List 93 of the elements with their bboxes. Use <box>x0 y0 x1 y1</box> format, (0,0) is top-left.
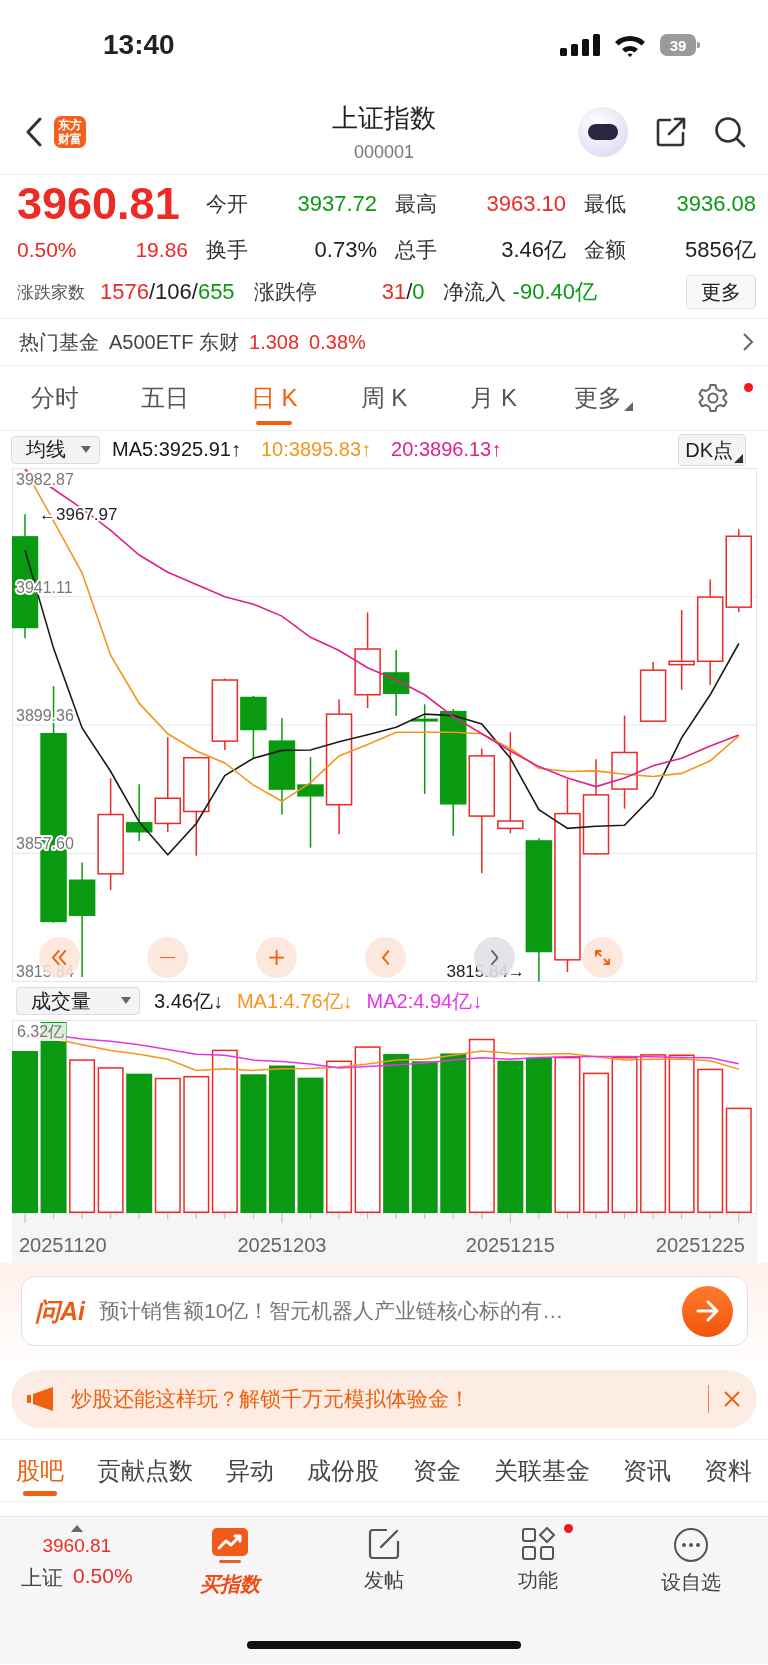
section-tab[interactable]: 资金 <box>412 1440 461 1502</box>
section-tab[interactable]: 资讯 <box>622 1440 671 1502</box>
post-button[interactable]: 发帖 <box>307 1517 461 1664</box>
axis-label: 6.32亿 <box>15 1023 67 1041</box>
chevron-right-icon[interactable] <box>742 332 754 352</box>
share-icon[interactable] <box>656 117 686 147</box>
more-icon <box>673 1527 710 1563</box>
ai-prompt-bar[interactable]: 问Ai 预计销售额10亿！智元机器人产业链核心标的有… <box>21 1276 748 1346</box>
back-icon[interactable] <box>24 117 44 147</box>
double-chevron-left-icon <box>52 949 67 966</box>
stat-value: 3.46亿 <box>501 236 566 264</box>
more-button[interactable]: 更多 <box>686 275 756 309</box>
ma-value: 10:3895.83↑ <box>261 438 372 461</box>
go-button[interactable] <box>682 1285 733 1337</box>
index-price: 3960.81 <box>42 1535 112 1557</box>
period-tab[interactable]: 五日 <box>140 365 189 431</box>
section-tab[interactable]: 成份股 <box>307 1440 380 1502</box>
app-logo: 东方 财富 <box>54 116 86 148</box>
chevron-left-icon <box>381 949 390 966</box>
edit-icon <box>367 1527 401 1561</box>
stat-value: 0.73% <box>314 237 377 263</box>
period-tab[interactable]: 分时 <box>30 365 79 431</box>
date-label: 20251215 <box>465 1234 555 1256</box>
stat-label: 净流入 <box>442 279 506 305</box>
ma-value: MA5:3925.91↑ <box>112 438 241 461</box>
current-price: 3960.81 <box>17 181 181 227</box>
indicator-dropdown[interactable]: 成交量 <box>16 987 140 1015</box>
page-title: 上证指数 <box>332 102 436 135</box>
change-percent: 0.50% <box>17 238 77 262</box>
stat-label: 今开 <box>206 191 248 217</box>
search-icon[interactable] <box>714 116 746 148</box>
section-tab[interactable]: 关联基金 <box>493 1440 590 1502</box>
section-tab[interactable]: 贡献点数 <box>97 1440 194 1502</box>
caret-icon <box>121 997 131 1005</box>
section-tab[interactable]: 异动 <box>226 1440 275 1502</box>
caret-icon <box>81 445 91 454</box>
stat-label: 金额 <box>584 237 626 263</box>
ai-suggestion: 预计销售额10亿！智元机器人产业链核心标的有… <box>99 1298 565 1324</box>
signal-icon <box>560 34 600 56</box>
chevron-right-icon <box>490 949 499 966</box>
expand-icon <box>594 949 611 966</box>
stat-value: 1576/106/655 <box>100 279 235 305</box>
minus-icon <box>159 956 176 959</box>
change-amount: 19.86 <box>135 238 188 262</box>
section-tab[interactable]: 资料 <box>704 1440 752 1502</box>
fund-price: 1.308 <box>249 330 300 354</box>
stat-label: 最低 <box>584 191 626 217</box>
index-change: 0.50% <box>73 1564 133 1589</box>
stat-value: 5856亿 <box>685 236 756 264</box>
volume-value: 3.46亿↓ <box>154 988 223 1014</box>
dropdown-triangle-icon <box>623 401 633 411</box>
settings-icon[interactable] <box>698 383 729 413</box>
stock-code: 000001 <box>353 142 415 163</box>
watchlist-button[interactable]: 设自选 <box>614 1517 768 1664</box>
period-tab[interactable]: 月 K <box>470 365 518 431</box>
stat-value: 31/0 <box>381 279 425 305</box>
stat-value: 3963.10 <box>486 191 566 217</box>
avatar-icon[interactable] <box>578 107 628 157</box>
stat-label: 换手 <box>206 237 248 263</box>
grid-icon <box>520 1527 555 1561</box>
volume-value: MA1:4.76亿↓ <box>236 988 353 1014</box>
ma-value: 20:3896.13↑ <box>391 438 502 461</box>
wifi-icon <box>614 33 646 57</box>
stat-label: 最高 <box>395 191 437 217</box>
period-tab[interactable]: 周 K <box>360 365 408 431</box>
dropdown-triangle-icon <box>734 453 743 463</box>
stat-value: 3937.72 <box>297 191 377 217</box>
date-label: 20251225 <box>655 1234 745 1256</box>
fund-name[interactable]: A500ETF 东财 <box>109 328 240 356</box>
dk-button[interactable]: DK点 <box>678 433 746 466</box>
stat-label: 总手 <box>395 237 437 263</box>
ai-logo: 问Ai <box>35 1295 85 1327</box>
stat-value: -90.40亿 <box>512 278 597 306</box>
promo-text: 炒股还能这样玩？解锁千万元模拟体验金！ <box>71 1386 470 1412</box>
stat-label: 涨跌停 <box>253 279 317 305</box>
chart-screen-icon <box>211 1527 250 1565</box>
fund-label: 热门基金 <box>19 329 99 355</box>
index-name: 上证 <box>21 1565 63 1591</box>
fund-change: 0.38% <box>309 330 366 354</box>
period-tab[interactable]: 更多 <box>573 365 633 431</box>
stat-value: 3936.08 <box>676 191 756 217</box>
caret-up-icon <box>70 1525 83 1532</box>
arrow-right-icon <box>695 1300 720 1322</box>
date-label: 20251120 <box>19 1234 107 1256</box>
date-label: 20251203 <box>237 1234 327 1256</box>
status-time: 13:40 <box>103 29 175 61</box>
close-icon[interactable] <box>723 1390 741 1408</box>
functions-button[interactable]: 功能 <box>460 1517 615 1664</box>
indicator-dropdown[interactable]: 均线 <box>11 435 100 464</box>
plus-icon <box>268 949 285 966</box>
stat-label: 涨跌家数 <box>17 281 85 304</box>
volume-value: MA2:4.94亿↓ <box>366 988 483 1014</box>
expand-button[interactable] <box>582 937 623 978</box>
